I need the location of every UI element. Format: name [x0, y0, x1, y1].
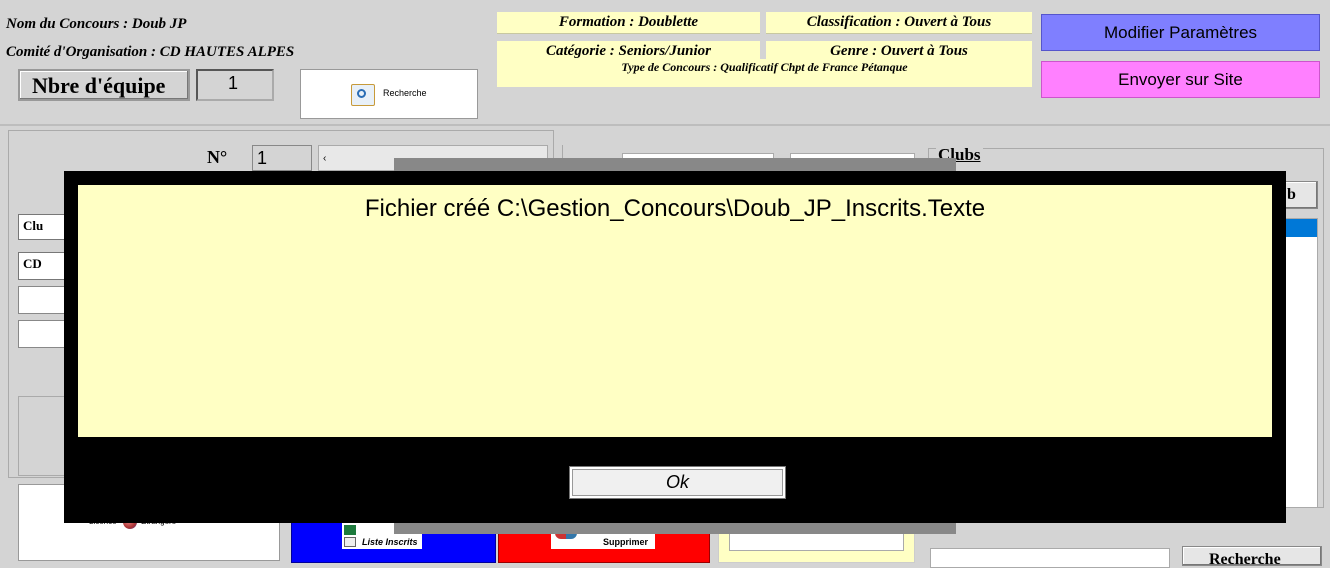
spreadsheet-icon: [344, 525, 356, 535]
classification-field: Classification : Ouvert à Tous: [766, 12, 1032, 34]
ok-button[interactable]: Ok: [569, 466, 786, 499]
supprimer-label: Supprimer: [603, 537, 649, 547]
modifier-parametres-button[interactable]: Modifier Paramètres: [1041, 14, 1320, 51]
club-button[interactable]: b: [1282, 181, 1318, 209]
envoyer-site-button[interactable]: Envoyer sur Site: [1041, 61, 1320, 98]
nbre-equipe-count: 1: [228, 73, 239, 93]
recherche-top-button[interactable]: Recherche: [300, 69, 478, 119]
type-concours-text: Type de Concours : Qualificatif Chpt de …: [621, 60, 908, 74]
recherche-top-label: Recherche: [383, 88, 427, 98]
comite-organisation: Comité d'Organisation : CD HAUTES ALPES: [4, 42, 490, 62]
search-doc-icon-lens: [357, 89, 366, 98]
formation-field: Formation : Doublette: [497, 12, 760, 34]
message-dialog: Fichier créé C:\Gestion_Concours\Doub_JP…: [64, 171, 1286, 523]
numero-value: 1: [257, 148, 268, 168]
nbre-equipe-value: 1: [196, 69, 274, 101]
message-area: Fichier créé C:\Gestion_Concours\Doub_JP…: [78, 185, 1272, 437]
list-doc-icon: [344, 537, 356, 547]
dialog-message: Fichier créé C:\Gestion_Concours\Doub_JP…: [364, 195, 986, 222]
header-divider: [0, 124, 1330, 126]
nbre-equipe-label: Nbre d'équipe: [18, 69, 190, 101]
liste-inscrits-label: Liste Inscrits: [362, 537, 418, 547]
recherche-bottom-input[interactable]: [930, 548, 1170, 568]
modifier-parametres-label: Modifier Paramètres: [1103, 23, 1258, 42]
nbre-equipe-text: Nbre d'équipe: [32, 73, 166, 98]
envoyer-site-label: Envoyer sur Site: [1118, 70, 1243, 89]
numero-label: N°: [207, 147, 228, 167]
type-concours-field: Type de Concours : Qualificatif Chpt de …: [497, 59, 1032, 87]
numero-field[interactable]: 1: [252, 145, 312, 171]
recherche-bottom-label: Recherche: [1209, 551, 1281, 566]
ok-button-label: Ok: [665, 472, 689, 492]
concours-name: Nom du Concours : Doub JP: [4, 14, 490, 34]
club-button-label: b: [1287, 186, 1296, 203]
recherche-bottom-button[interactable]: Recherche: [1182, 546, 1322, 566]
